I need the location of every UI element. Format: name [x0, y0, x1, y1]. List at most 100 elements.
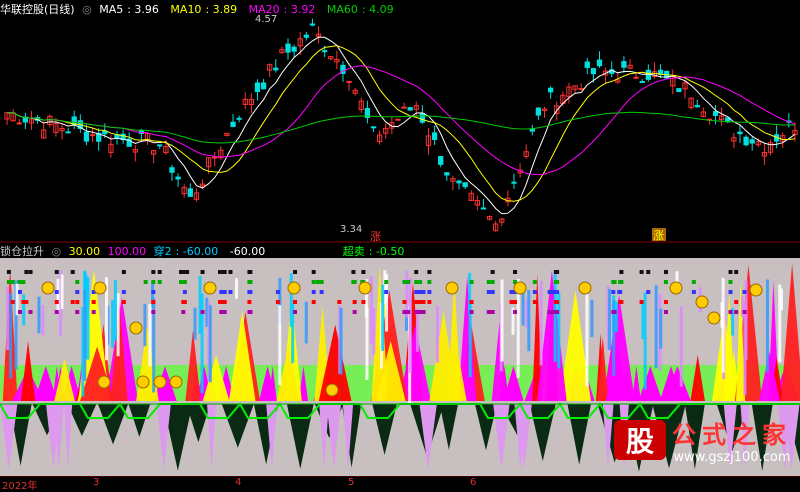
- indicator-bar: [56, 278, 60, 312]
- indicator-bar: [765, 279, 769, 373]
- indicator-dot: [414, 290, 419, 294]
- indicator-dot: [414, 310, 419, 314]
- ind-value-3: 穿2: -60.00: [153, 245, 219, 258]
- ma5-line: [7, 36, 796, 215]
- indicator-dot: [275, 290, 280, 294]
- indicator-dot: [691, 280, 696, 284]
- candle-body: [230, 121, 236, 128]
- indicator-dot: [728, 280, 733, 284]
- indicator-bar: [539, 280, 543, 366]
- candle-body: [236, 117, 242, 120]
- indicator-dot: [315, 280, 320, 284]
- price-legend: 华联控股(日线) ◎ MA5: 3.96 MA10: 3.89 MA20: 3.…: [0, 1, 402, 16]
- indicator-dot: [555, 270, 560, 274]
- candle-body: [431, 132, 438, 141]
- indicator-dot: [421, 300, 426, 304]
- indicator-dot: [663, 310, 668, 314]
- indicator-dot: [311, 290, 316, 294]
- candle-body: [273, 67, 279, 71]
- indicator-dot: [24, 270, 29, 274]
- indicator-bar: [585, 289, 589, 387]
- coin-icon: [287, 281, 301, 295]
- indicator-bar: [679, 306, 683, 387]
- indicator-dot: [54, 290, 59, 294]
- indicator-dot: [555, 310, 560, 314]
- candle-body: [395, 118, 401, 121]
- indicator-bar: [6, 286, 10, 351]
- indicator-dot: [337, 300, 342, 304]
- indicator-dot: [311, 280, 316, 284]
- candle-body: [309, 23, 316, 26]
- coin-icon: [93, 281, 107, 295]
- candle-body: [462, 182, 468, 188]
- indicator-dot: [418, 310, 423, 314]
- indicator-dot: [28, 270, 33, 274]
- indicator-title: 锁仓拉升: [0, 245, 44, 258]
- settings-icon[interactable]: ◎: [82, 3, 92, 16]
- indicator-bar: [143, 303, 147, 347]
- indicator-dot: [469, 280, 474, 284]
- settings-icon[interactable]: ◎: [52, 245, 62, 258]
- indicator-dot: [21, 280, 26, 284]
- candle-body: [303, 34, 309, 38]
- indicator-dot: [319, 280, 324, 284]
- indicator-bar: [116, 293, 120, 357]
- indicator-dot: [247, 300, 252, 304]
- indicator-dot: [351, 270, 356, 274]
- indicator-dot: [293, 310, 298, 314]
- indicator-dot: [513, 270, 518, 274]
- candle-body: [596, 59, 603, 67]
- candle-body: [444, 172, 450, 176]
- indicator-dot: [421, 310, 426, 314]
- indicator-bar: [22, 294, 26, 326]
- indicator-dot: [513, 300, 518, 304]
- candle-body: [65, 131, 71, 134]
- coin-icon: [445, 281, 459, 295]
- indicator-dot: [248, 270, 253, 274]
- candle-body: [438, 155, 444, 165]
- indicator-dot: [639, 300, 644, 304]
- indicator-dot: [70, 300, 75, 304]
- candle-body: [407, 107, 413, 111]
- indicator-dot: [218, 300, 223, 304]
- indicator-dot: [513, 310, 518, 314]
- indicator-dot: [352, 280, 357, 284]
- indicator-dot: [551, 290, 556, 294]
- indicator-dot: [219, 310, 224, 314]
- indicator-dot: [319, 290, 324, 294]
- indicator-dot: [70, 270, 75, 274]
- indicator-dot: [17, 280, 22, 284]
- coin-icon: [325, 383, 339, 397]
- candle-body: [584, 61, 590, 68]
- indicator-dot: [555, 280, 560, 284]
- indicator-dot: [427, 300, 432, 304]
- candle-body: [89, 134, 96, 137]
- indicator-dot: [311, 270, 316, 274]
- x-tick: 6: [470, 477, 477, 488]
- candle-body: [401, 106, 407, 109]
- indicator-dot: [612, 280, 617, 284]
- indicator-dot: [427, 290, 432, 294]
- indicator-dot: [611, 290, 616, 294]
- indicator-dot: [406, 310, 411, 314]
- indicator-dot: [402, 280, 407, 284]
- coin-icon: [513, 281, 527, 295]
- indicator-bar: [608, 288, 612, 350]
- candle-body: [157, 144, 163, 147]
- candle-body: [169, 167, 175, 173]
- indicator-dot: [75, 290, 80, 294]
- candle-body: [370, 126, 377, 129]
- indicator-dot: [384, 290, 389, 294]
- indicator-dot: [547, 290, 552, 294]
- indicator-dot: [222, 300, 227, 304]
- candle-body: [456, 180, 462, 184]
- indicator-dot: [6, 280, 11, 284]
- indicator-dot: [17, 290, 22, 294]
- candle-body: [737, 131, 743, 135]
- indicator-bar: [779, 288, 783, 311]
- indicator-dot: [293, 270, 298, 274]
- indicator-dot: [352, 310, 357, 314]
- indicator-dot: [248, 280, 253, 284]
- indicator-dot: [293, 300, 298, 304]
- candle-body: [322, 50, 328, 53]
